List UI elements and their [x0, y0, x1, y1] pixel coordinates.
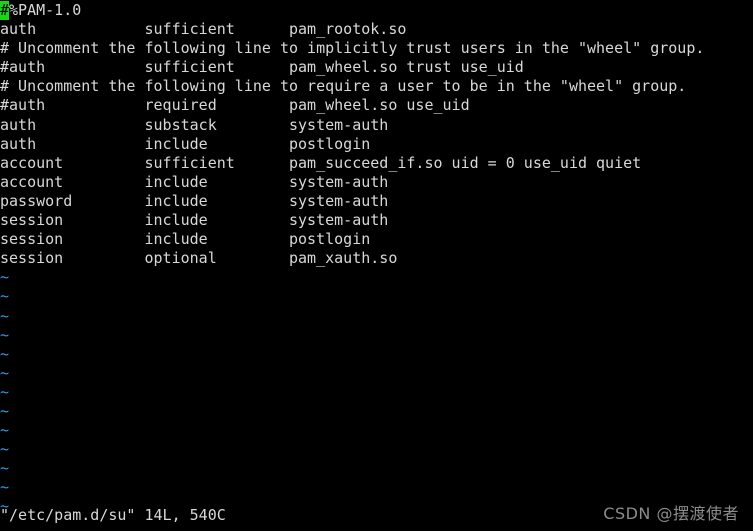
vim-status-line: "/etc/pam.d/su" 14L, 540C: [0, 505, 226, 524]
buffer-line: # Uncomment the following line to implic…: [0, 39, 705, 58]
vim-text-buffer[interactable]: #%PAM-1.0 auth sufficient pam_rootok.so …: [0, 1, 753, 517]
buffer-line: #auth sufficient pam_wheel.so trust use_…: [0, 58, 524, 77]
empty-line-marker: ~: [0, 344, 10, 363]
text-cursor: #: [0, 1, 10, 21]
buffer-line: account include system-auth: [0, 172, 389, 191]
empty-line-marker: ~: [0, 421, 10, 440]
empty-line-marker: ~: [0, 401, 10, 420]
buffer-line: #%PAM-1.0: [0, 1, 753, 21]
buffer-line: session optional pam_xauth.so: [0, 249, 398, 268]
empty-line-marker: ~: [0, 306, 10, 325]
empty-line-marker: ~: [0, 440, 10, 459]
empty-line-marker: ~: [0, 268, 10, 287]
buffer-line: session include postlogin: [0, 230, 371, 249]
empty-line-marker: ~: [0, 363, 10, 382]
empty-line-marker: ~: [0, 382, 10, 401]
empty-line-marker: ~: [0, 459, 10, 478]
buffer-line: #auth required pam_wheel.so use_uid: [0, 96, 470, 115]
buffer-line: session include system-auth: [0, 211, 389, 230]
empty-line-marker: ~: [0, 325, 10, 344]
terminal-window[interactable]: #%PAM-1.0 auth sufficient pam_rootok.so …: [0, 0, 753, 531]
buffer-line: auth substack system-auth: [0, 115, 389, 134]
empty-line-marker: ~: [0, 478, 10, 497]
buffer-line: password include system-auth: [0, 191, 389, 210]
buffer-line: account sufficient pam_succeed_if.so uid…: [0, 153, 642, 172]
buffer-line: auth sufficient pam_rootok.so: [0, 20, 407, 39]
empty-line-marker: ~: [0, 287, 10, 306]
buffer-line: # Uncomment the following line to requir…: [0, 77, 687, 96]
buffer-line: auth include postlogin: [0, 134, 371, 153]
buffer-line-text: %PAM-1.0: [9, 1, 82, 19]
